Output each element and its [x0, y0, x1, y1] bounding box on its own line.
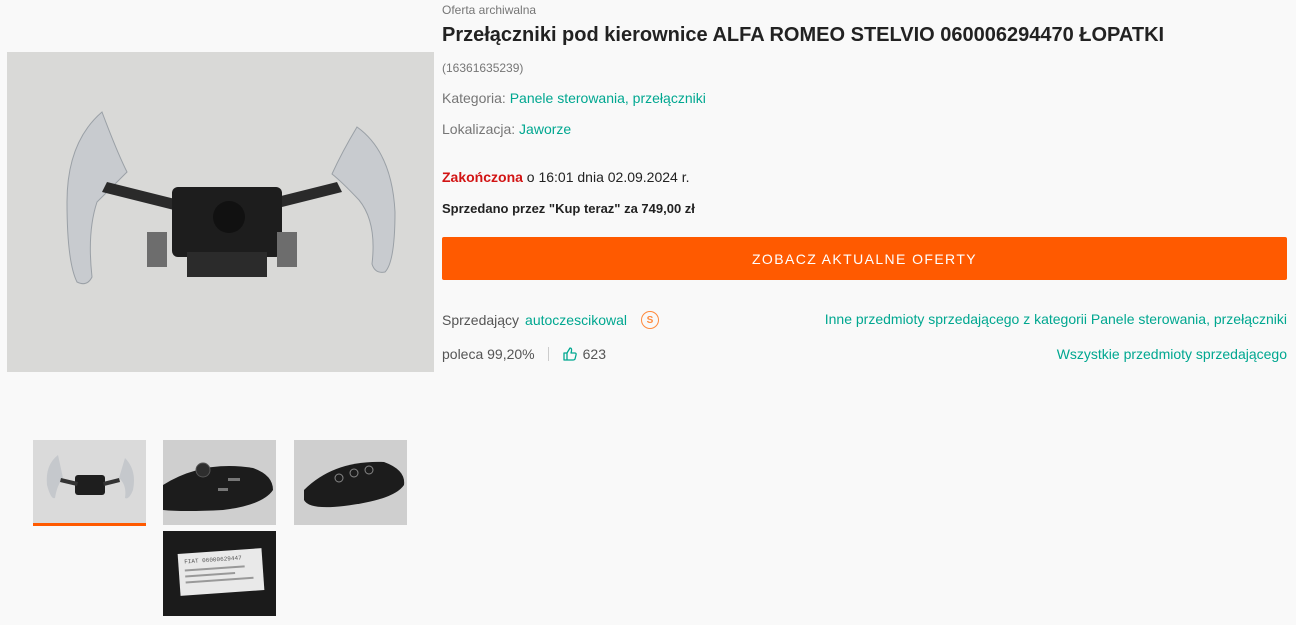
ended-details: o 16:01 dnia 02.09.2024 r. [522, 169, 690, 185]
category-link[interactable]: Panele sterowania, przełączniki [510, 90, 706, 106]
recommend-rate: poleca 99,20% [442, 346, 535, 362]
see-current-offers-button[interactable]: ZOBACZ AKTUALNE OFERTY [442, 237, 1287, 280]
likes-count: 623 [582, 346, 606, 362]
thumbnail-1[interactable] [33, 440, 146, 526]
thumbnail-4[interactable]: FIAT 06000629447 [163, 531, 276, 616]
steering-paddles-photo [7, 52, 434, 372]
location-label: Lokalizacja: [442, 121, 516, 137]
other-items-category-link[interactable]: Inne przedmioty sprzedającego z kategori… [825, 311, 1287, 327]
seller-row: Sprzedający autoczescikowal S [442, 311, 659, 329]
offer-id: (16361635239) [442, 61, 524, 75]
thumbs-up-icon [562, 346, 578, 362]
all-seller-items-link[interactable]: Wszystkie przedmioty sprzedającego [1057, 346, 1287, 362]
thumbnail-2[interactable] [163, 440, 276, 525]
divider [547, 347, 549, 361]
archival-label: Oferta archiwalna [442, 3, 537, 17]
thumbnail-3[interactable] [294, 440, 407, 525]
ended-status-row: Zakończona o 16:01 dnia 02.09.2024 r. [442, 169, 690, 185]
super-seller-badge-icon: S [640, 311, 659, 329]
ended-status: Zakończona [442, 169, 523, 185]
location-row: Lokalizacja: Jaworze [442, 121, 571, 137]
seller-label: Sprzedający [442, 312, 520, 328]
seller-rating: poleca 99,20% 623 [442, 346, 606, 362]
category-label: Kategoria: [442, 90, 506, 106]
page-title: Przełączniki pod kierownice ALFA ROMEO S… [442, 24, 1165, 46]
seller-name-link[interactable]: autoczescikowal [525, 312, 627, 328]
location-link[interactable]: Jaworze [519, 121, 571, 137]
sold-info: Sprzedano przez "Kup teraz" za 749,00 zł [442, 201, 695, 216]
main-product-image[interactable] [7, 52, 434, 372]
category-row: Kategoria: Panele sterowania, przełączni… [442, 90, 706, 106]
